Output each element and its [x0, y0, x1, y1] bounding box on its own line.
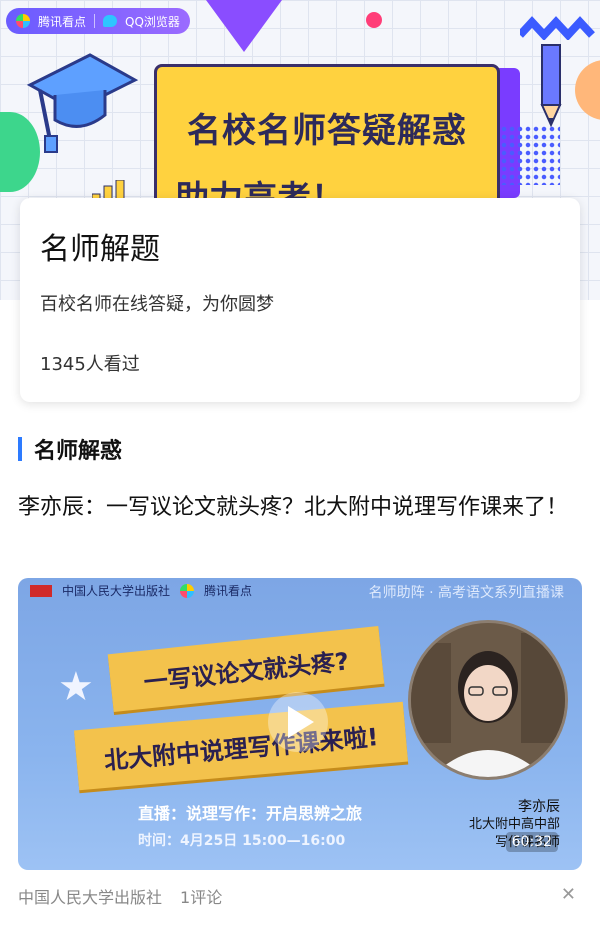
publisher-logo-icon [30, 584, 52, 597]
section-header: 名师解惑 [18, 435, 123, 464]
tencent-kandian-logo-icon [16, 14, 30, 28]
view-count: 1345人看过 [40, 354, 140, 375]
publisher-logo-text: 中国人民大学出版社 [62, 584, 171, 598]
section-title: 名师解惑 [34, 439, 123, 464]
live-info: 直播：说理写作：开启思辨之旅 [138, 804, 363, 823]
play-button[interactable] [268, 692, 328, 752]
article-source[interactable]: 中国人民大学出版社 [18, 884, 162, 908]
video-banner-1: 一写议论文就头疼? [107, 625, 385, 713]
brand-left: 腾讯看点 [38, 14, 87, 29]
video-banner-2-text: 北大附中说理写作课来啦! [103, 722, 380, 775]
dot-grid-decoration [500, 125, 560, 185]
teacher-portrait [408, 620, 568, 780]
close-icon[interactable]: ✕ [561, 884, 576, 905]
platform-logo-text: 腾讯看点 [204, 584, 253, 598]
pencil-icon [540, 44, 562, 128]
hero-title-line1: 名校名师答疑解惑 [187, 111, 467, 151]
section-accent-bar [18, 437, 22, 461]
zigzag-decoration [520, 16, 595, 40]
orange-circle-decoration [575, 60, 600, 120]
video-logos: 中国人民大学出版社 腾讯看点 [30, 582, 252, 599]
platform-logo-icon [180, 583, 195, 598]
video-thumbnail[interactable]: 中国人民大学出版社 腾讯看点 名师助阵 · 高考语文系列直播课 ★ 一写议论文就… [18, 578, 582, 870]
article-headline[interactable]: 李亦辰：一写议论文就头疼？北大附中说理写作课来了！ [18, 490, 584, 526]
comment-count[interactable]: 1评论 [180, 884, 222, 908]
triangle-decoration [206, 0, 282, 52]
brand-right: QQ浏览器 [125, 14, 180, 29]
star-icon: ★ [58, 664, 94, 710]
teacher-name: 李亦辰 [518, 799, 560, 815]
qq-browser-logo-icon [103, 15, 118, 27]
video-banner-2: 北大附中说理写作课来啦! [74, 701, 408, 791]
course-card[interactable]: 名师解题 百校名师在线答疑，为你圆梦 1345人看过 [20, 198, 580, 402]
brand-separator [94, 14, 96, 28]
live-time: 时间：4月25日 15:00—16:00 [138, 833, 346, 849]
video-duration: 60:32 [505, 832, 558, 852]
article-footer: 中国人民大学出版社 1评论 ✕ [18, 884, 582, 908]
video-series: 名师助阵 · 高考语文系列直播课 [368, 585, 564, 601]
brand-bar: 腾讯看点 QQ浏览器 [6, 8, 190, 34]
video-banner-1-text: 一写议论文就头疼? [142, 646, 351, 697]
card-subtitle: 百校名师在线答疑，为你圆梦 [40, 294, 274, 315]
portrait-illustration [411, 623, 565, 777]
card-title: 名师解题 [40, 232, 160, 267]
play-icon [288, 706, 314, 738]
pink-dot-decoration [366, 12, 382, 28]
